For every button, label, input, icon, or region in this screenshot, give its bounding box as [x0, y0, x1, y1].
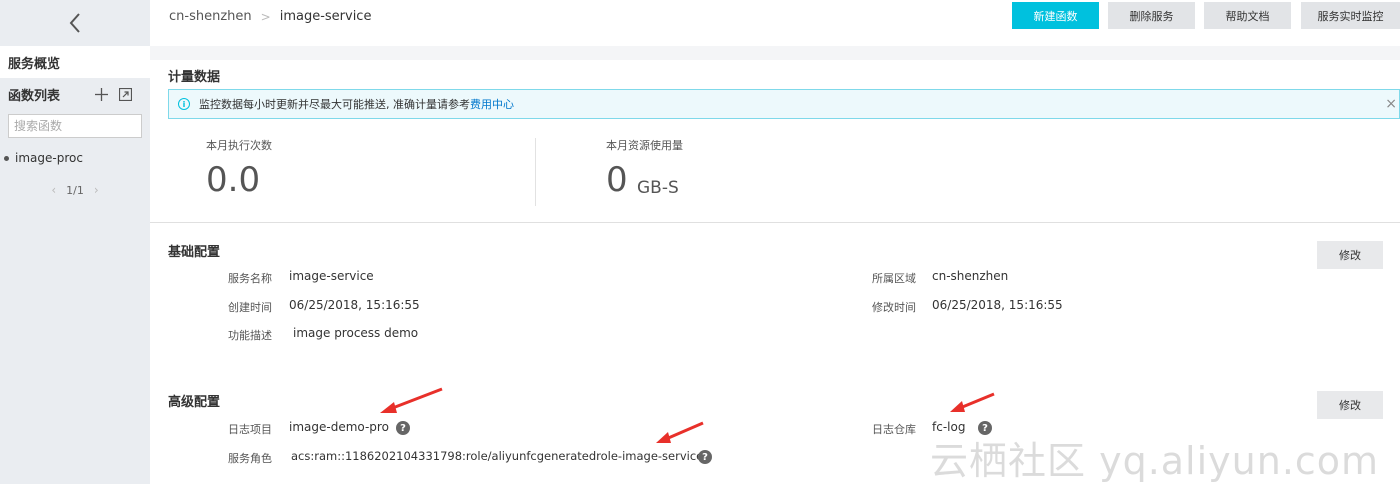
- basic-config-title: 基础配置: [168, 245, 221, 260]
- chevron-right-icon: >: [260, 9, 271, 24]
- section-divider: [150, 222, 1400, 223]
- pagination: ‹ 1/1 ›: [0, 183, 150, 197]
- prev-page-icon[interactable]: ‹: [51, 183, 56, 197]
- chevron-left-icon: [69, 13, 80, 33]
- annotation-arrow-icon: [950, 392, 995, 412]
- top-bar: cn-shenzhen > image-service 新建函数 删除服务 帮助…: [150, 0, 1400, 46]
- expand-icon[interactable]: [118, 87, 132, 101]
- help-icon[interactable]: ?: [698, 450, 712, 464]
- breadcrumb: cn-shenzhen > image-service: [169, 9, 371, 24]
- description-value: image process demo: [293, 326, 419, 340]
- header-gap: [150, 46, 1400, 60]
- delete-service-button[interactable]: 删除服务: [1108, 2, 1195, 29]
- watermark: 云栖社区 yq.aliyun.com: [930, 439, 1380, 483]
- new-function-button[interactable]: 新建函数: [1012, 2, 1099, 29]
- annotation-arrow-icon: [656, 421, 704, 443]
- created-time-label: 创建时间: [228, 301, 272, 314]
- service-role-label: 服务角色: [228, 452, 272, 465]
- sidebar: 服务概览 函数列表 image-proc ‹ 1/1 ›: [0, 0, 150, 484]
- help-icon[interactable]: ?: [396, 421, 410, 435]
- service-role-value: acs:ram::1186202104331798:role/aliyunfcg…: [291, 449, 704, 463]
- next-page-icon[interactable]: ›: [94, 183, 99, 197]
- billing-center-link[interactable]: 费用中心: [470, 96, 514, 112]
- service-name-value: image-service: [289, 269, 374, 283]
- monthly-resource-label: 本月资源使用量: [606, 139, 683, 152]
- service-name-label: 服务名称: [228, 272, 272, 285]
- monthly-resource-unit: GB-S: [637, 178, 679, 198]
- sidebar-item-label: 服务概览: [8, 56, 61, 72]
- region-label: 所属区域: [872, 272, 916, 285]
- monthly-invocations-value: 0.0: [206, 160, 261, 200]
- log-project-value: image-demo-pro: [289, 420, 389, 434]
- advanced-config-title: 高级配置: [168, 395, 221, 410]
- info-notice: i 监控数据每小时更新并尽最大可能推送, 准确计量请参考 费用中心 ×: [168, 89, 1400, 119]
- sidebar-item-overview[interactable]: 服务概览: [0, 46, 150, 78]
- function-name: image-proc: [15, 151, 83, 165]
- breadcrumb-region[interactable]: cn-shenzhen: [169, 9, 252, 24]
- modified-time-value: 06/25/2018, 15:16:55: [932, 298, 1063, 312]
- metric-divider: [535, 138, 536, 206]
- back-button[interactable]: [0, 0, 150, 46]
- log-store-label: 日志仓库: [872, 423, 916, 436]
- bullet-icon: [4, 155, 9, 161]
- modified-time-label: 修改时间: [872, 301, 916, 314]
- help-docs-button[interactable]: 帮助文档: [1204, 2, 1291, 29]
- metering-title: 计量数据: [168, 70, 221, 85]
- edit-advanced-config-button[interactable]: 修改: [1317, 391, 1383, 419]
- region-value: cn-shenzhen: [932, 269, 1009, 283]
- realtime-monitor-button[interactable]: 服务实时监控: [1301, 2, 1400, 29]
- monthly-resource-value: 0: [606, 160, 628, 200]
- function-list-title: 函数列表: [8, 88, 61, 104]
- search-function-input[interactable]: [8, 114, 142, 138]
- app-root: 服务概览 函数列表 image-proc ‹ 1/1 › cn-shenzhen…: [0, 0, 1400, 484]
- log-project-label: 日志项目: [228, 423, 272, 436]
- info-icon: i: [178, 98, 190, 110]
- edit-basic-config-button[interactable]: 修改: [1317, 241, 1383, 269]
- close-icon[interactable]: ×: [1385, 96, 1397, 112]
- function-list-item[interactable]: image-proc: [0, 148, 150, 168]
- plus-icon[interactable]: [94, 87, 108, 101]
- notice-text: 监控数据每小时更新并尽最大可能推送, 准确计量请参考: [199, 98, 470, 111]
- annotation-arrow-icon: [380, 387, 443, 413]
- page-indicator: 1/1: [66, 183, 84, 197]
- breadcrumb-service: image-service: [279, 9, 372, 24]
- created-time-value: 06/25/2018, 15:16:55: [289, 298, 420, 312]
- function-list-header: 函数列表: [0, 78, 150, 110]
- description-label: 功能描述: [228, 329, 272, 342]
- monthly-invocations-label: 本月执行次数: [206, 139, 272, 152]
